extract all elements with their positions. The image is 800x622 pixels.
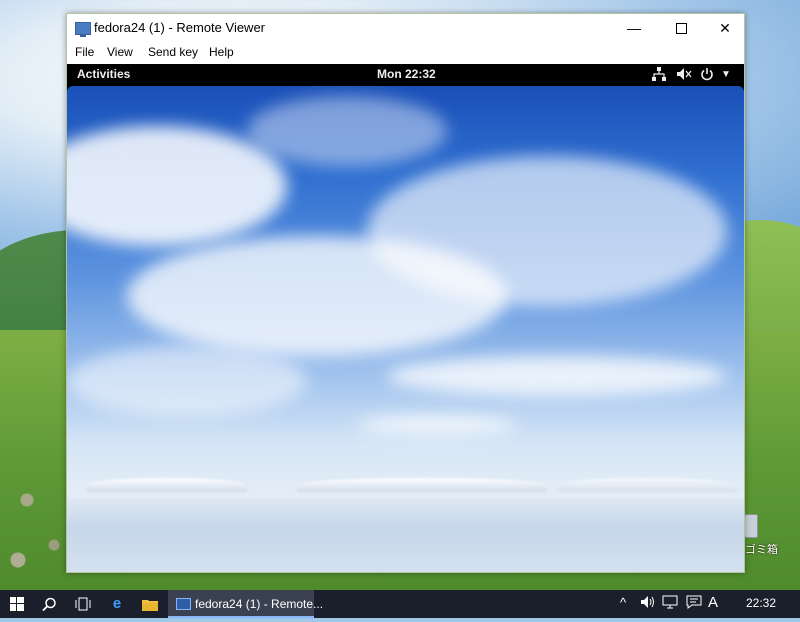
mountain bbox=[557, 478, 737, 492]
file-explorer-icon[interactable] bbox=[133, 590, 167, 618]
network-icon[interactable] bbox=[662, 595, 680, 612]
edge-icon[interactable]: e bbox=[100, 590, 134, 618]
show-hidden-icons-icon[interactable]: ^ bbox=[620, 595, 626, 610]
taskbar-clock[interactable]: 22:32 bbox=[746, 596, 776, 610]
lake bbox=[67, 498, 744, 572]
remote-viewer-window: fedora24 (1) - Remote Viewer — ✕ File Vi… bbox=[66, 13, 745, 573]
gnome-top-bar: Activities Mon 22:32 ▼ bbox=[67, 64, 744, 86]
guest-display[interactable]: Activities Mon 22:32 ▼ bbox=[67, 64, 744, 572]
search-icon[interactable] bbox=[32, 590, 66, 618]
minimize-button[interactable]: — bbox=[612, 14, 656, 42]
taskbar-item-remote-viewer[interactable]: fedora24 (1) - Remote... bbox=[168, 590, 323, 618]
remote-viewer-icon bbox=[75, 22, 91, 37]
volume-icon[interactable] bbox=[640, 595, 656, 612]
task-view-icon[interactable] bbox=[66, 590, 100, 618]
activities-button[interactable]: Activities bbox=[77, 67, 130, 81]
network-icon[interactable] bbox=[652, 67, 666, 84]
taskbar: e fedora24 (1) - Remote... ^ A 22:32 bbox=[0, 590, 800, 618]
menu-send-key[interactable]: Send key bbox=[148, 45, 198, 59]
cloud bbox=[67, 346, 307, 416]
windows-start-icon[interactable] bbox=[0, 590, 34, 618]
action-center-icon[interactable] bbox=[686, 595, 702, 612]
maximize-icon bbox=[675, 22, 687, 34]
taskbar-item-label: fedora24 (1) - Remote... bbox=[195, 597, 324, 611]
remote-viewer-icon bbox=[176, 598, 191, 610]
menu-bar: File View Send key Help bbox=[67, 42, 744, 64]
recycle-bin-icon[interactable] bbox=[744, 514, 758, 538]
chevron-down-icon[interactable]: ▼ bbox=[721, 69, 731, 80]
cloud bbox=[387, 356, 727, 396]
menu-help[interactable]: Help bbox=[209, 45, 234, 59]
minimize-icon: — bbox=[627, 20, 641, 36]
volume-icon[interactable] bbox=[676, 67, 692, 84]
input-method-indicator[interactable]: A bbox=[708, 594, 718, 611]
close-icon: ✕ bbox=[719, 20, 731, 36]
menu-view[interactable]: View bbox=[107, 45, 133, 59]
title-bar[interactable]: fedora24 (1) - Remote Viewer — ✕ bbox=[67, 14, 744, 42]
cloud bbox=[367, 156, 727, 306]
power-icon[interactable] bbox=[700, 67, 714, 84]
cloud bbox=[247, 96, 447, 166]
cloud bbox=[357, 416, 517, 434]
close-button[interactable]: ✕ bbox=[703, 14, 747, 42]
maximize-button[interactable] bbox=[659, 14, 703, 42]
mountain bbox=[297, 478, 547, 492]
recycle-bin-label[interactable]: ゴミ箱 bbox=[745, 541, 778, 557]
menu-file[interactable]: File bbox=[75, 45, 94, 59]
mountain bbox=[87, 478, 247, 492]
guest-clock[interactable]: Mon 22:32 bbox=[377, 67, 436, 81]
guest-wallpaper bbox=[67, 86, 744, 572]
window-title: fedora24 (1) - Remote Viewer bbox=[94, 20, 266, 35]
